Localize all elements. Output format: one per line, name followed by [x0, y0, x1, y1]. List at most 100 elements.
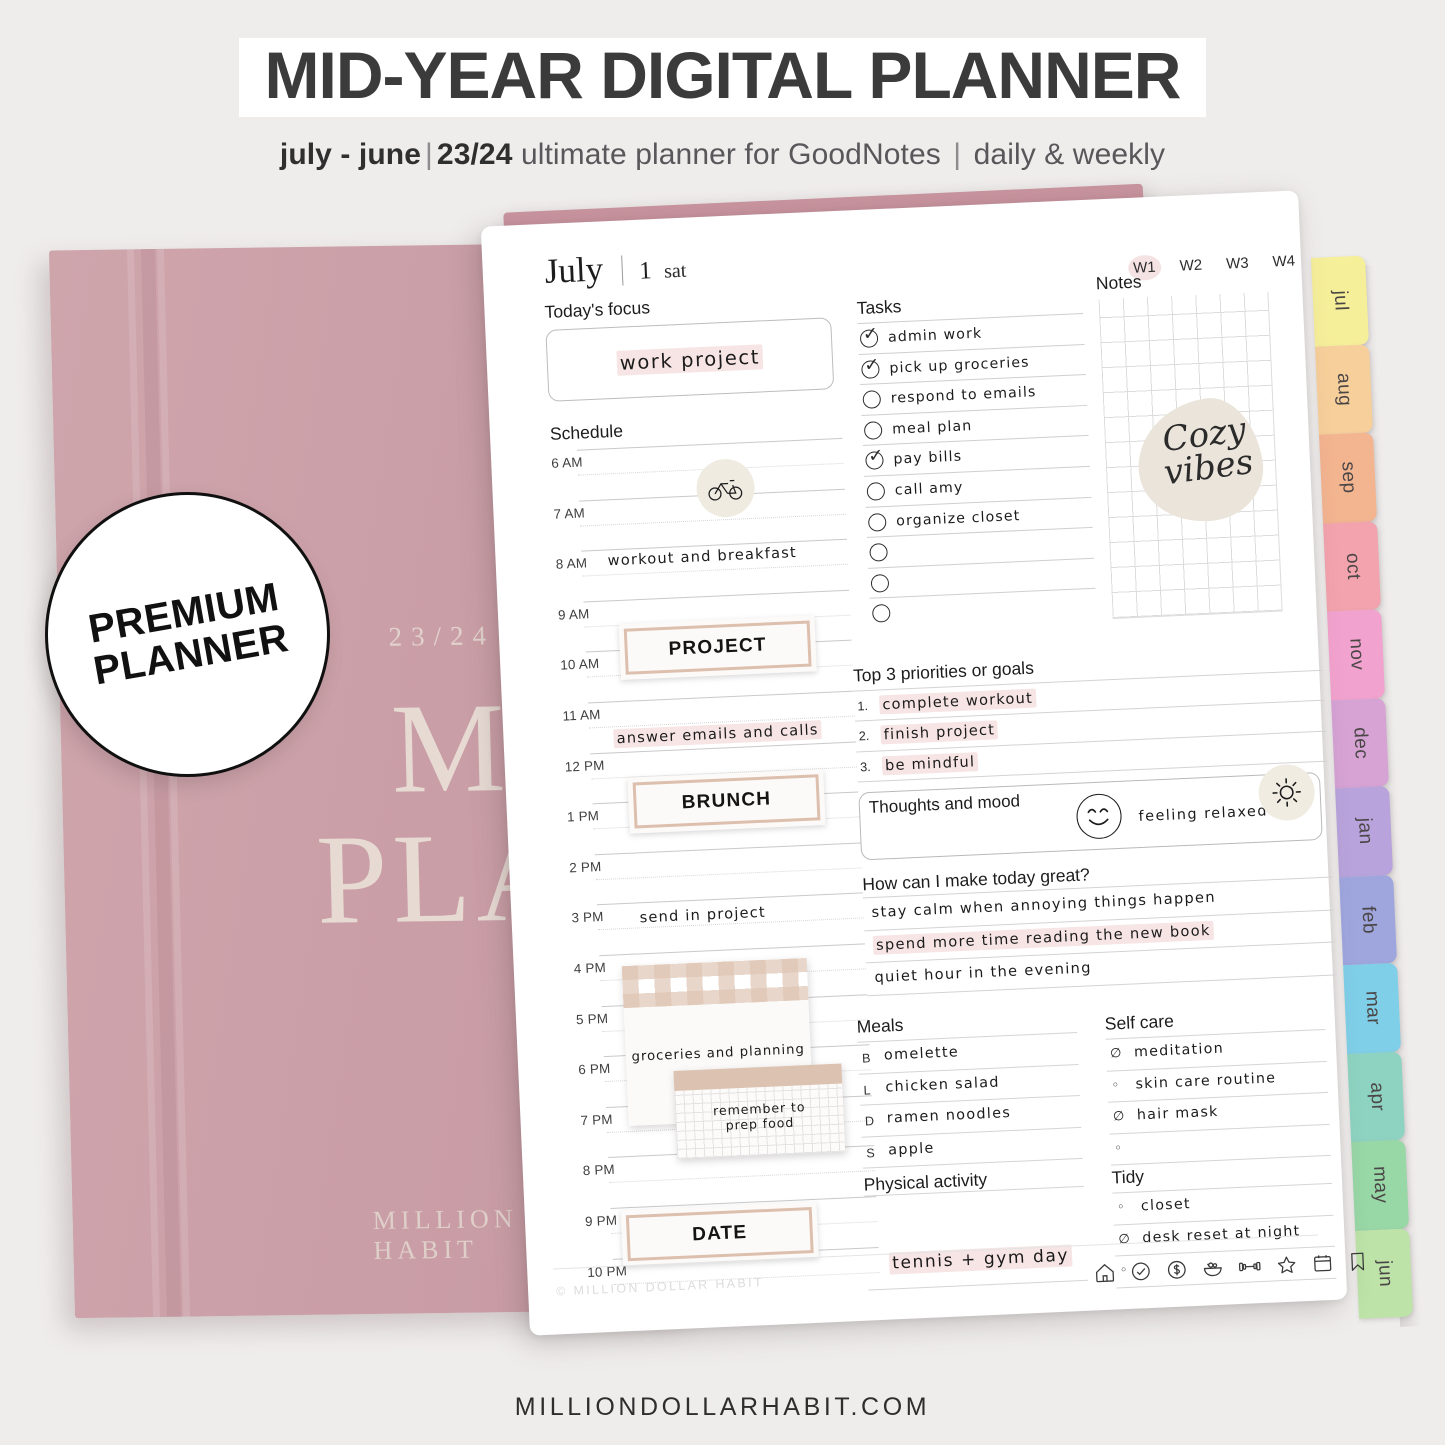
meals-list[interactable]: Bomelette Lchicken salad Dramen noodles Sap…	[857, 1032, 1083, 1169]
month-tab-label: nov	[1345, 638, 1368, 672]
task-checkbox[interactable]	[866, 482, 886, 501]
salad-bowl-icon[interactable]	[1201, 1257, 1224, 1280]
care-label: desk reset at night	[1141, 1222, 1301, 1246]
week-selector[interactable]: W1 W2 W3 W4	[1127, 248, 1301, 281]
tasks-list[interactable]: ✓ admin work ✓ pick up groceries respond to …	[857, 313, 1096, 628]
schedule-half-line	[609, 1170, 876, 1184]
sticky-note-text: groceries and planning	[631, 1042, 806, 1065]
month-tab-may[interactable]: may	[1351, 1139, 1410, 1231]
planner-page: July 1 sat W1 W2 W3 W4 Today's focus work p…	[480, 190, 1365, 1336]
schedule-hour-label: 3 PM	[571, 909, 604, 926]
task-checkbox[interactable]	[870, 573, 890, 593]
priority-label: complete workout	[878, 688, 1037, 715]
care-checkbox[interactable]: ◦	[1111, 1078, 1119, 1093]
smiley-face-icon	[1075, 793, 1123, 840]
poster-canvas: MID-YEAR DIGITAL PLANNER july - june | 23/…	[0, 0, 1445, 1445]
month-tab-jan[interactable]: jan	[1335, 786, 1394, 877]
great-label: quiet hour in the evening	[874, 959, 1093, 987]
meals-section: Meals Bomelette Lchicken salad Dramen nood…	[856, 1007, 1089, 1291]
schedule-half-line	[580, 513, 846, 527]
task-label: call amy	[894, 479, 964, 499]
task-checkbox[interactable]	[871, 604, 891, 624]
month-tab-dec[interactable]: dec	[1331, 697, 1390, 789]
meal-label: omelette	[883, 1044, 960, 1064]
week-tab-w3[interactable]: W3	[1221, 250, 1255, 276]
todays-focus-heading: Today's focus	[544, 297, 651, 322]
schedule-grid[interactable]: 6 AM 7 AM 8 AM 9 AM 10 AM 11 AM 12 PM 1 PM 2 PM 3…	[550, 437, 880, 1310]
sticky-note-grid[interactable]: remember to prep food	[673, 1063, 846, 1159]
month-tab-aug[interactable]: aug	[1315, 343, 1373, 435]
month-tab-mar[interactable]: mar	[1343, 962, 1402, 1054]
priorities-section: Top 3 priorities or goals 1. complete wor…	[853, 645, 1337, 996]
task-checkbox[interactable]	[863, 420, 883, 440]
month-tab-oct[interactable]: oct	[1323, 520, 1382, 612]
check-circle-icon[interactable]	[1129, 1260, 1152, 1283]
schedule-block-project[interactable]: PROJECT	[618, 615, 817, 680]
meal-label: apple	[887, 1139, 935, 1159]
month-tab-label: apr	[1365, 1081, 1388, 1112]
date-header: July 1 sat	[544, 246, 687, 292]
care-checkbox[interactable]: ∅	[1113, 1109, 1125, 1124]
schedule-hour-label: 9 AM	[557, 606, 590, 623]
care-checkbox[interactable]: ∅	[1110, 1046, 1122, 1061]
page-title: MID-YEAR DIGITAL PLANNER	[264, 38, 1182, 112]
week-tab-w4[interactable]: W4	[1267, 248, 1301, 274]
subtitle-sep-1: |	[425, 138, 433, 171]
schedule-hour-label: 5 PM	[575, 1010, 609, 1027]
meal-label: chicken salad	[885, 1074, 1001, 1096]
schedule-hour-label: 7 PM	[580, 1111, 613, 1128]
month-label: July	[543, 249, 604, 291]
task-checkbox[interactable]	[862, 390, 882, 410]
calendar-icon[interactable]	[1311, 1252, 1334, 1275]
meal-key: L	[863, 1082, 871, 1098]
month-tab-apr[interactable]: apr	[1347, 1051, 1406, 1143]
task-checkbox[interactable]: ✓	[859, 323, 879, 348]
schedule-hour-label: 1 PM	[566, 808, 600, 825]
care-checkbox[interactable]: ◦	[1114, 1141, 1122, 1156]
schedule-block-date[interactable]: DATE	[620, 1201, 819, 1267]
physical-activity-field[interactable]: tennis + gym day	[864, 1185, 1089, 1291]
month-tab-label: aug	[1333, 372, 1356, 407]
priorities-list[interactable]: 1. complete workout 2. finish project 3. be m…	[853, 669, 1328, 783]
month-tab-jun[interactable]: jun	[1355, 1228, 1414, 1319]
month-tab-label: sep	[1337, 461, 1360, 495]
dumbbell-icon[interactable]	[1237, 1255, 1262, 1278]
schedule-hour-label: 6 AM	[550, 454, 583, 471]
dollar-icon[interactable]	[1165, 1258, 1188, 1281]
star-icon[interactable]	[1275, 1253, 1298, 1276]
middle-column: Tasks ✓ admin work ✓ pick up groceries respo…	[856, 288, 1096, 628]
schedule-hour-label: 4 PM	[573, 959, 607, 977]
month-tab-label: oct	[1341, 552, 1364, 581]
subtitle-desc: ultimate planner for GoodNotes	[520, 138, 941, 171]
schedule-hour-label: 10 AM	[559, 656, 600, 674]
schedule-half-line	[595, 867, 862, 881]
priority-number: 3.	[859, 759, 871, 775]
task-label: pick up groceries	[889, 354, 1030, 377]
schedule-hour-label: 9 PM	[584, 1212, 618, 1229]
todays-focus-input[interactable]: work project	[545, 317, 835, 402]
week-tab-w2[interactable]: W2	[1174, 252, 1208, 278]
month-tab-feb[interactable]: feb	[1339, 874, 1398, 966]
schedule-hour-label: 7 AM	[553, 504, 586, 522]
bookmark-icon[interactable]	[1347, 1250, 1368, 1273]
home-icon[interactable]	[1093, 1262, 1116, 1285]
task-checkbox[interactable]: ✓	[865, 445, 884, 471]
care-checkbox[interactable]: ◦	[1117, 1200, 1125, 1215]
priority-number: 1.	[857, 699, 869, 714]
task-checkbox[interactable]	[869, 543, 888, 562]
task-checkbox[interactable]: ✓	[861, 354, 880, 379]
month-tab-sep[interactable]: sep	[1319, 432, 1377, 524]
month-tab-nov[interactable]: nov	[1327, 609, 1386, 701]
schedule-block-brunch[interactable]: BRUNCH	[627, 769, 826, 834]
thoughts-mood-box[interactable]: Thoughts and mood feeling relaxed	[858, 772, 1323, 861]
self-care-list[interactable]: ∅ meditation ◦ skin care routine ∅ hair mask ◦	[1105, 1028, 1331, 1166]
month-tab-jul[interactable]: jul	[1311, 255, 1369, 347]
task-label: pay bills	[893, 448, 963, 468]
care-checkbox[interactable]: ∅	[1118, 1231, 1130, 1246]
task-checkbox[interactable]	[867, 512, 887, 532]
premium-badge-text: PREMIUM PLANNER	[83, 575, 292, 694]
schedule-hour-label: 11 AM	[562, 706, 601, 724]
todays-focus-value: work project	[616, 343, 764, 376]
meal-key: B	[861, 1051, 871, 1066]
make-today-great-list[interactable]: stay calm when annoying things happen spe…	[862, 876, 1337, 996]
